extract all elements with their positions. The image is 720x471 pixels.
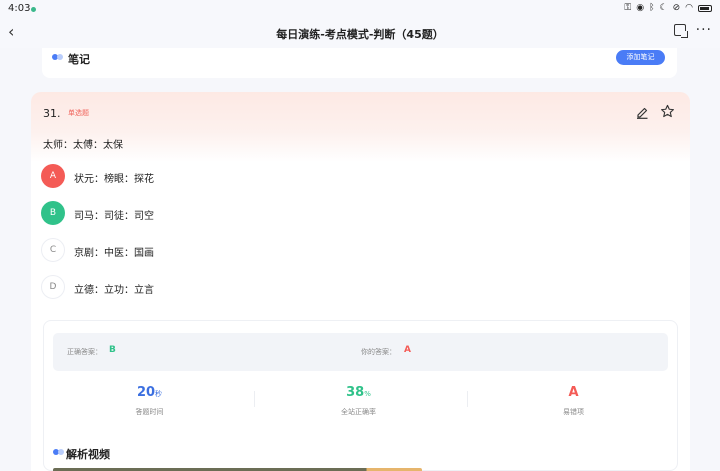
edit-icon[interactable] — [635, 105, 649, 119]
mute-icon: ⊘ — [672, 3, 681, 13]
stat-unit: % — [364, 390, 371, 398]
your-answer-value: A — [404, 345, 411, 355]
stat-answer-time: 20秒 答题时间 — [47, 384, 252, 417]
question-card: 31. 单选题 太师：太傅：太保 A 状元：榜眼：探花 B 司马：司徒：司空 C… — [31, 92, 690, 471]
option-a[interactable]: A 状元：榜眼：探花 — [41, 164, 341, 188]
stat-value: 38 — [346, 385, 365, 400]
stat-unit: 秒 — [155, 390, 163, 398]
question-number: 31. — [43, 107, 61, 120]
stat-value: A — [568, 385, 579, 400]
moon-icon: ☾ — [659, 3, 668, 13]
wifi-icon: ◠ — [685, 3, 693, 13]
note-label: 笔记 — [68, 53, 90, 66]
stat-label: 答题时间 — [135, 408, 164, 416]
option-text: 京剧：中医：国画 — [74, 248, 154, 259]
stat-label: 易错项 — [563, 408, 584, 416]
status-bar: 4:03 ⚿ ◉ ᛒ ☾ ⊘ ◠ — [0, 0, 720, 18]
option-d[interactable]: D 立德：立功：立言 — [41, 275, 341, 299]
page-title: 每日演练-考点模式-判断（45题） — [276, 28, 444, 41]
star-icon[interactable] — [660, 104, 675, 119]
answer-summary: 正确答案： B 你的答案： A — [53, 333, 668, 371]
status-time: 4:03 — [8, 3, 31, 14]
eye-icon: ◉ — [636, 3, 645, 13]
option-letter: A — [41, 164, 65, 188]
question-type-badge: 单选题 — [68, 109, 89, 117]
answer-analysis-card: 正确答案： B 你的答案： A 20秒 答题时间 38% 全站正确率 A 易错项… — [43, 320, 678, 471]
option-text: 状元：榜眼：探花 — [74, 174, 154, 185]
stat-label: 全站正确率 — [341, 408, 376, 416]
section-marker-icon — [52, 54, 63, 60]
option-text: 立德：立功：立言 — [74, 285, 154, 296]
system-icons: ⚿ ◉ ᛒ ☾ ⊘ ◠ — [624, 2, 712, 14]
option-text: 司马：司徒：司空 — [74, 211, 154, 222]
stat-divider — [254, 391, 255, 407]
question-stem: 太师：太傅：太保 — [43, 140, 123, 151]
note-section: 笔记 添加笔记 — [42, 48, 677, 78]
option-c[interactable]: C 京剧：中医：国画 — [41, 238, 341, 262]
analysis-video-label: 解析视频 — [66, 448, 110, 461]
nav-bar: ‹ 每日演练-考点模式-判断（45题） ··· — [0, 18, 720, 48]
option-letter: C — [41, 238, 65, 262]
stat-value: 20 — [136, 385, 156, 400]
section-marker-icon — [53, 449, 64, 455]
option-letter: B — [41, 201, 65, 225]
battery-icon — [698, 4, 712, 12]
option-letter: D — [41, 275, 65, 299]
notification-dot-icon — [31, 7, 36, 12]
stat-common-wrong: A 易错项 — [471, 384, 676, 417]
more-icon[interactable]: ··· — [696, 22, 712, 38]
stat-accuracy: 38% 全站正确率 — [256, 384, 461, 417]
correct-answer-value: B — [109, 345, 116, 355]
add-note-button[interactable]: 添加笔记 — [616, 50, 665, 65]
option-b[interactable]: B 司马：司徒：司空 — [41, 201, 341, 225]
correct-answer-label: 正确答案： — [67, 348, 102, 356]
feedback-icon[interactable] — [674, 24, 688, 38]
key-icon: ⚿ — [624, 3, 632, 13]
stat-divider — [467, 391, 468, 407]
your-answer-label: 你的答案： — [361, 348, 396, 356]
bluetooth-icon: ᛒ — [649, 3, 655, 13]
